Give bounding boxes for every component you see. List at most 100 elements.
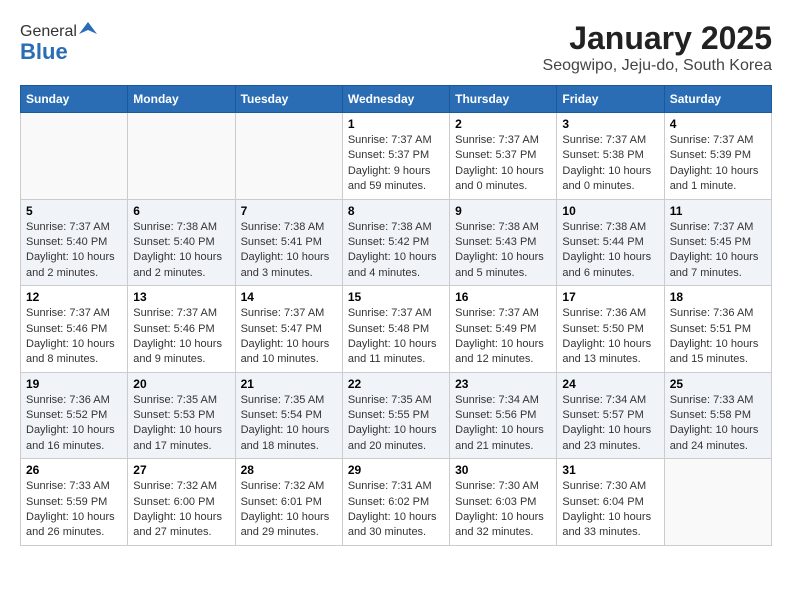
day-info: Sunrise: 7:37 AM Sunset: 5:37 PM Dayligh…	[348, 133, 444, 195]
day-number: 10	[562, 204, 658, 218]
week-row-4: 19Sunrise: 7:36 AM Sunset: 5:52 PM Dayli…	[21, 372, 772, 459]
logo-general-text: General	[20, 23, 77, 41]
day-info: Sunrise: 7:37 AM Sunset: 5:46 PM Dayligh…	[26, 306, 122, 368]
week-row-1: 1 Sunrise: 7:37 AM Sunset: 5:37 PM Daylig…	[21, 113, 772, 200]
day-info: Sunrise: 7:37 AM Sunset: 5:48 PM Dayligh…	[348, 306, 444, 368]
day-number: 15	[348, 290, 444, 304]
calendar-cell: 26 Sunrise: 7:33 AM Sunset: 5:59 PM Dayli…	[21, 459, 128, 546]
day-info: Sunrise: 7:38 AM Sunset: 5:43 PM Dayligh…	[455, 220, 551, 282]
day-info: Sunrise: 7:38 AM Sunset: 5:41 PM Dayligh…	[241, 220, 337, 282]
day-number: 1	[348, 117, 444, 131]
calendar-cell: 28Sunrise: 7:32 AM Sunset: 6:01 PM Dayli…	[235, 459, 342, 546]
calendar-cell: 19Sunrise: 7:36 AM Sunset: 5:52 PM Dayli…	[21, 372, 128, 459]
calendar-cell: 11 Sunrise: 7:37 AM Sunset: 5:45 PM Dayli…	[664, 199, 771, 286]
day-number: 24	[562, 377, 658, 391]
day-number: 5	[26, 204, 122, 218]
day-number: 7	[241, 204, 337, 218]
day-number: 31	[562, 463, 658, 477]
calendar-cell: 29 Sunrise: 7:31 AM Sunset: 6:02 PM Dayli…	[342, 459, 449, 546]
day-info: Sunrise: 7:32 AM Sunset: 6:00 PM Dayligh…	[133, 479, 229, 541]
day-info: Sunrise: 7:38 AM Sunset: 5:40 PM Dayligh…	[133, 220, 229, 282]
calendar-cell: 3 Sunrise: 7:37 AM Sunset: 5:38 PM Daylig…	[557, 113, 664, 200]
calendar-cell: 31Sunrise: 7:30 AM Sunset: 6:04 PM Dayli…	[557, 459, 664, 546]
day-number: 26	[26, 463, 122, 477]
day-number: 28	[241, 463, 337, 477]
day-number: 11	[670, 204, 766, 218]
day-number: 17	[562, 290, 658, 304]
day-info: Sunrise: 7:37 AM Sunset: 5:40 PM Dayligh…	[26, 220, 122, 282]
calendar-cell: 9 Sunrise: 7:38 AM Sunset: 5:43 PM Daylig…	[450, 199, 557, 286]
calendar-cell: 4 Sunrise: 7:37 AM Sunset: 5:39 PM Daylig…	[664, 113, 771, 200]
day-info: Sunrise: 7:33 AM Sunset: 5:58 PM Dayligh…	[670, 393, 766, 455]
day-number: 12	[26, 290, 122, 304]
header: General Blue January 2025 Seogwipo, Jeju…	[20, 20, 772, 75]
day-number: 25	[670, 377, 766, 391]
day-number: 9	[455, 204, 551, 218]
day-info: Sunrise: 7:38 AM Sunset: 5:42 PM Dayligh…	[348, 220, 444, 282]
day-number: 27	[133, 463, 229, 477]
calendar-cell: 12 Sunrise: 7:37 AM Sunset: 5:46 PM Dayli…	[21, 286, 128, 373]
calendar-cell	[235, 113, 342, 200]
day-number: 13	[133, 290, 229, 304]
day-number: 2	[455, 117, 551, 131]
week-row-2: 5 Sunrise: 7:37 AM Sunset: 5:40 PM Daylig…	[21, 199, 772, 286]
day-info: Sunrise: 7:36 AM Sunset: 5:50 PM Dayligh…	[562, 306, 658, 368]
calendar-cell: 18 Sunrise: 7:36 AM Sunset: 5:51 PM Dayli…	[664, 286, 771, 373]
day-number: 3	[562, 117, 658, 131]
calendar-cell: 30 Sunrise: 7:30 AM Sunset: 6:03 PM Dayli…	[450, 459, 557, 546]
day-number: 19	[26, 377, 122, 391]
calendar-cell: 21 Sunrise: 7:35 AM Sunset: 5:54 PM Dayli…	[235, 372, 342, 459]
title-area: January 2025 Seogwipo, Jeju-do, South Ko…	[543, 20, 772, 75]
calendar-cell	[128, 113, 235, 200]
day-info: Sunrise: 7:35 AM Sunset: 5:53 PM Dayligh…	[133, 393, 229, 455]
calendar-cell: 25 Sunrise: 7:33 AM Sunset: 5:58 PM Dayli…	[664, 372, 771, 459]
weekday-header-row: SundayMondayTuesdayWednesdayThursdayFrid…	[21, 86, 772, 113]
calendar-cell: 20Sunrise: 7:35 AM Sunset: 5:53 PM Dayli…	[128, 372, 235, 459]
day-info: Sunrise: 7:35 AM Sunset: 5:54 PM Dayligh…	[241, 393, 337, 455]
calendar-cell: 27 Sunrise: 7:32 AM Sunset: 6:00 PM Dayli…	[128, 459, 235, 546]
day-number: 21	[241, 377, 337, 391]
weekday-header-wednesday: Wednesday	[342, 86, 449, 113]
calendar-cell: 24Sunrise: 7:34 AM Sunset: 5:57 PM Dayli…	[557, 372, 664, 459]
day-info: Sunrise: 7:34 AM Sunset: 5:56 PM Dayligh…	[455, 393, 551, 455]
calendar-cell: 6 Sunrise: 7:38 AM Sunset: 5:40 PM Daylig…	[128, 199, 235, 286]
calendar-cell: 1 Sunrise: 7:37 AM Sunset: 5:37 PM Daylig…	[342, 113, 449, 200]
calendar-cell: 10Sunrise: 7:38 AM Sunset: 5:44 PM Dayli…	[557, 199, 664, 286]
day-info: Sunrise: 7:36 AM Sunset: 5:51 PM Dayligh…	[670, 306, 766, 368]
day-number: 18	[670, 290, 766, 304]
day-info: Sunrise: 7:37 AM Sunset: 5:39 PM Dayligh…	[670, 133, 766, 195]
calendar-cell: 16 Sunrise: 7:37 AM Sunset: 5:49 PM Dayli…	[450, 286, 557, 373]
calendar-cell: 5 Sunrise: 7:37 AM Sunset: 5:40 PM Daylig…	[21, 199, 128, 286]
week-row-5: 26 Sunrise: 7:33 AM Sunset: 5:59 PM Dayli…	[21, 459, 772, 546]
calendar-cell: 22Sunrise: 7:35 AM Sunset: 5:55 PM Dayli…	[342, 372, 449, 459]
day-number: 6	[133, 204, 229, 218]
day-info: Sunrise: 7:37 AM Sunset: 5:45 PM Dayligh…	[670, 220, 766, 282]
day-info: Sunrise: 7:35 AM Sunset: 5:55 PM Dayligh…	[348, 393, 444, 455]
day-info: Sunrise: 7:33 AM Sunset: 5:59 PM Dayligh…	[26, 479, 122, 541]
day-number: 4	[670, 117, 766, 131]
logo-bird-icon	[79, 20, 97, 38]
logo: General Blue	[20, 20, 97, 65]
day-info: Sunrise: 7:37 AM Sunset: 5:46 PM Dayligh…	[133, 306, 229, 368]
calendar-cell: 23Sunrise: 7:34 AM Sunset: 5:56 PM Dayli…	[450, 372, 557, 459]
weekday-header-tuesday: Tuesday	[235, 86, 342, 113]
day-info: Sunrise: 7:31 AM Sunset: 6:02 PM Dayligh…	[348, 479, 444, 541]
day-info: Sunrise: 7:37 AM Sunset: 5:49 PM Dayligh…	[455, 306, 551, 368]
day-number: 16	[455, 290, 551, 304]
week-row-3: 12 Sunrise: 7:37 AM Sunset: 5:46 PM Dayli…	[21, 286, 772, 373]
day-number: 30	[455, 463, 551, 477]
day-info: Sunrise: 7:37 AM Sunset: 5:47 PM Dayligh…	[241, 306, 337, 368]
calendar-title: January 2025	[543, 20, 772, 57]
calendar-cell: 8Sunrise: 7:38 AM Sunset: 5:42 PM Daylig…	[342, 199, 449, 286]
calendar-cell	[664, 459, 771, 546]
weekday-header-thursday: Thursday	[450, 86, 557, 113]
day-number: 29	[348, 463, 444, 477]
calendar-cell	[21, 113, 128, 200]
calendar-table: SundayMondayTuesdayWednesdayThursdayFrid…	[20, 85, 772, 546]
day-info: Sunrise: 7:37 AM Sunset: 5:38 PM Dayligh…	[562, 133, 658, 195]
weekday-header-friday: Friday	[557, 86, 664, 113]
calendar-cell: 7 Sunrise: 7:38 AM Sunset: 5:41 PM Daylig…	[235, 199, 342, 286]
weekday-header-monday: Monday	[128, 86, 235, 113]
day-info: Sunrise: 7:30 AM Sunset: 6:03 PM Dayligh…	[455, 479, 551, 541]
calendar-cell: 13 Sunrise: 7:37 AM Sunset: 5:46 PM Dayli…	[128, 286, 235, 373]
